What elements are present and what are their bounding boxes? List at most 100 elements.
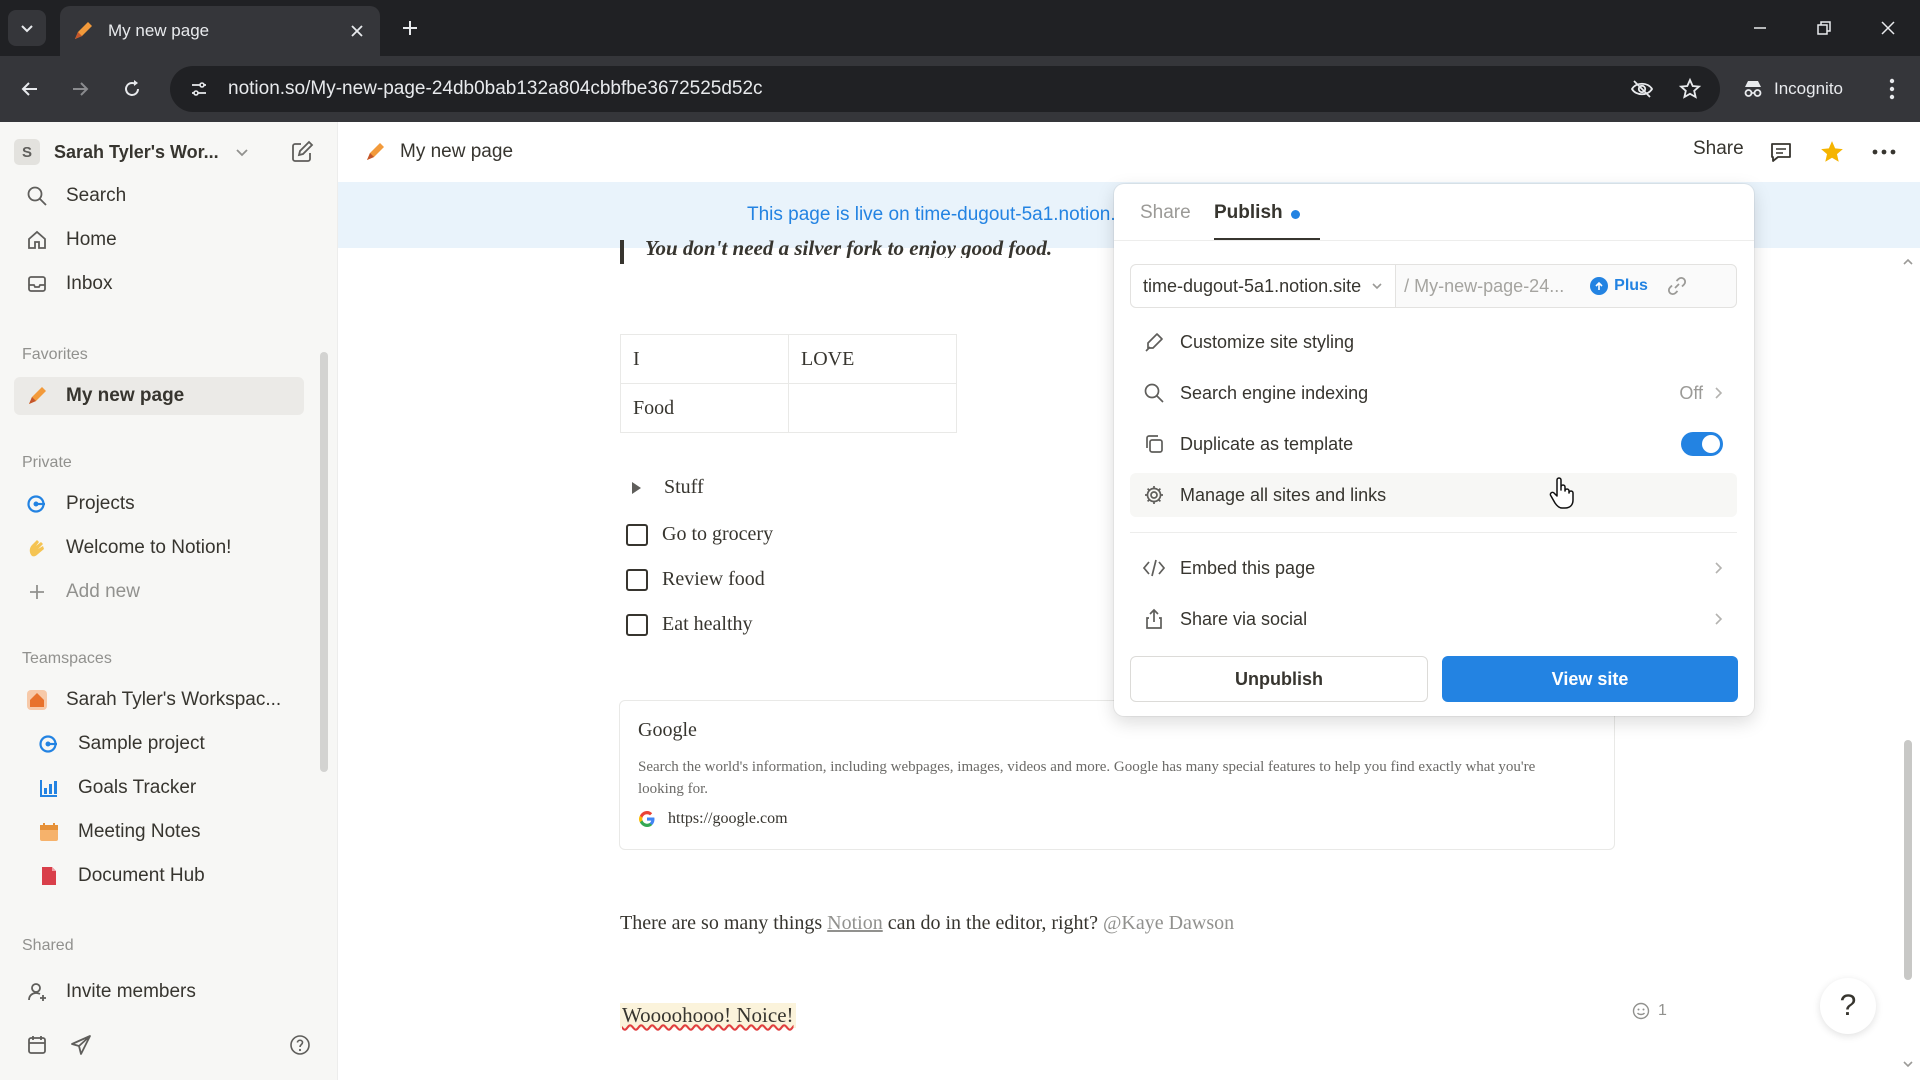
help-button[interactable]: ? (1820, 978, 1876, 1034)
private-heading[interactable]: Private (22, 454, 72, 472)
page-topbar: My new page Share (338, 122, 1920, 182)
favorite-button[interactable] (1816, 136, 1848, 168)
toggle-block[interactable]: Stuff (628, 476, 704, 499)
chevron-right-icon (1715, 387, 1723, 399)
duplicate-template-toggle[interactable] (1681, 432, 1723, 456)
plus-upgrade-badge[interactable]: Plus (1590, 277, 1648, 295)
tab-search-button[interactable] (8, 10, 46, 46)
sidebar-item-inbox[interactable]: Inbox (14, 265, 304, 303)
eye-off-icon[interactable] (1624, 71, 1660, 107)
shared-heading[interactable]: Shared (22, 937, 74, 955)
sidebar-item-projects[interactable]: Projects (14, 485, 304, 523)
reaction-badge[interactable]: 1 (1632, 1002, 1667, 1020)
browser-tab[interactable]: My new page (60, 6, 380, 56)
bookmark-card[interactable]: Google Search the world's information, i… (619, 700, 1615, 850)
sidebar-scrollbar[interactable] (320, 352, 328, 772)
workspace-switcher[interactable]: S Sarah Tyler's Wor... (14, 132, 274, 172)
table-cell[interactable] (788, 383, 957, 433)
highlighted-text[interactable]: Woooohooo! Noice! (620, 1003, 796, 1028)
help-icon (290, 1035, 310, 1055)
plus-icon (403, 21, 417, 35)
calendar-button[interactable] (22, 1030, 52, 1060)
sidebar-item-goals-tracker[interactable]: Goals Tracker (26, 769, 316, 807)
share-via-social[interactable]: Share via social (1130, 597, 1737, 641)
chevron-down-icon (21, 25, 33, 33)
reload-button[interactable] (114, 71, 150, 107)
todo-checkbox[interactable] (626, 613, 648, 636)
invite-members-button[interactable]: Invite members (14, 973, 304, 1011)
browser-menu-button[interactable] (1874, 71, 1910, 107)
address-bar[interactable]: notion.so/My-new-page-24db0bab132a804cbb… (170, 66, 1720, 112)
share-button[interactable]: Share (1693, 138, 1744, 160)
sidebar-item-welcome[interactable]: Welcome to Notion! (14, 529, 304, 567)
tab-share[interactable]: Share (1140, 202, 1191, 224)
document-icon (36, 863, 62, 889)
sidebar-item-teamspace[interactable]: Sarah Tyler's Workspac... (14, 681, 304, 719)
breadcrumb[interactable]: My new page (364, 134, 513, 170)
sidebar-item-meeting-notes[interactable]: Meeting Notes (26, 813, 316, 851)
table-cell[interactable]: I (620, 334, 789, 384)
tab-publish[interactable]: Publish (1214, 202, 1283, 224)
star-outline-icon[interactable] (1672, 71, 1708, 107)
todo-label[interactable]: Eat healthy (662, 613, 753, 636)
divider (1130, 532, 1737, 533)
close-icon[interactable] (346, 20, 368, 42)
minimize-button[interactable] (1738, 8, 1782, 48)
new-tab-button[interactable] (396, 14, 424, 42)
sidebar-item-search[interactable]: Search (14, 177, 304, 215)
paragraph-block[interactable]: There are so many things Notion can do i… (620, 912, 1234, 935)
duplicate-icon (1142, 432, 1166, 456)
teamspaces-heading[interactable]: Teamspaces (22, 650, 112, 668)
restore-button[interactable] (1802, 8, 1846, 48)
todo-label[interactable]: Go to grocery (662, 523, 773, 546)
scroll-down-icon[interactable] (1902, 1058, 1914, 1070)
todo-item: Go to grocery (626, 523, 773, 546)
quote-block[interactable]: You don't need a silver fork to enjoy go… (645, 236, 1052, 258)
table-cell[interactable]: LOVE (788, 334, 957, 384)
favorites-heading[interactable]: Favorites (22, 346, 88, 364)
domain-text: time-dugout-5a1.notion.site (1143, 275, 1362, 296)
search-engine-indexing[interactable]: Search engine indexing Off (1130, 371, 1737, 415)
sidebar-add-new[interactable]: Add new (14, 573, 304, 611)
table-cell[interactable]: Food (620, 383, 789, 433)
sidebar-item-label: Search (66, 185, 127, 206)
sidebar-item-my-new-page[interactable]: My new page (14, 377, 304, 415)
embed-this-page[interactable]: Embed this page (1130, 546, 1737, 590)
sidebar-item-label: Document Hub (78, 865, 205, 886)
site-url-row: time-dugout-5a1.notion.site / My-new-pag… (1130, 264, 1737, 308)
view-site-button[interactable]: View site (1442, 656, 1738, 702)
todo-checkbox[interactable] (626, 523, 648, 546)
unpublish-button[interactable]: Unpublish (1130, 656, 1428, 702)
back-button[interactable] (12, 71, 48, 107)
incognito-indicator[interactable]: Incognito (1728, 68, 1857, 110)
sidebar-item-sample-project[interactable]: Sample project (26, 725, 316, 763)
reaction-count: 1 (1658, 1002, 1667, 1019)
new-page-button[interactable] (286, 136, 318, 168)
sidebar-item-home[interactable]: Home (14, 221, 304, 259)
site-settings-icon[interactable] (184, 74, 214, 104)
link-icon[interactable] (1666, 275, 1688, 297)
todo-checkbox[interactable] (626, 568, 648, 591)
sidebar-item-document-hub[interactable]: Document Hub (26, 857, 316, 895)
page-path-input[interactable]: / My-new-page-24... (1396, 276, 1582, 297)
user-mention[interactable]: @Kaye Dawson (1103, 912, 1234, 934)
item-label: Embed this page (1180, 557, 1316, 578)
todo-item: Eat healthy (626, 613, 753, 636)
comments-button[interactable] (1765, 136, 1797, 168)
chart-icon (36, 775, 62, 801)
duplicate-as-template[interactable]: Duplicate as template (1130, 422, 1737, 466)
forward-button[interactable] (62, 71, 98, 107)
pencil-icon (24, 383, 50, 409)
triangle-right-icon[interactable] (628, 480, 644, 496)
more-options-button[interactable] (1868, 136, 1900, 168)
manage-sites-and-links[interactable]: Manage all sites and links (1130, 473, 1737, 517)
todo-label[interactable]: Review food (662, 568, 765, 591)
window-close-button[interactable] (1866, 8, 1910, 48)
scroll-up-icon[interactable] (1902, 256, 1914, 268)
customize-site-styling[interactable]: Customize site styling (1130, 320, 1737, 364)
page-scrollbar[interactable] (1904, 740, 1912, 980)
domain-select[interactable]: time-dugout-5a1.notion.site (1131, 265, 1397, 307)
help-button[interactable] (285, 1030, 315, 1060)
send-button[interactable] (66, 1030, 96, 1060)
notion-link[interactable]: Notion (827, 912, 883, 934)
